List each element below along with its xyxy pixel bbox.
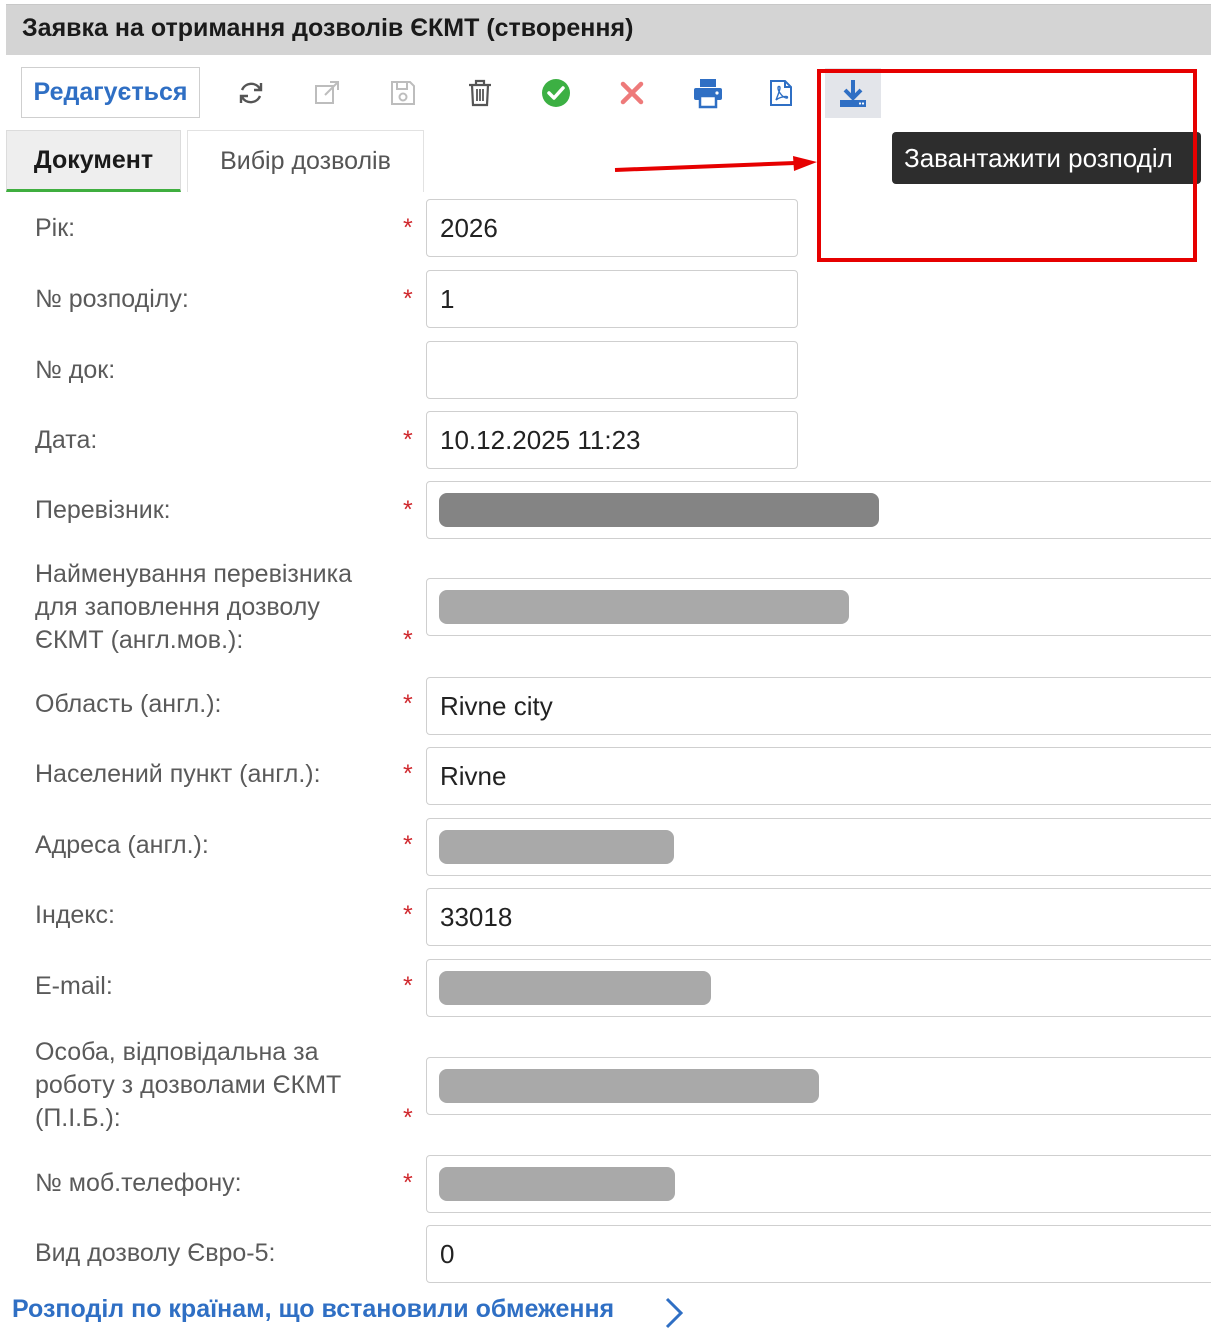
cancel-x-icon <box>620 81 644 105</box>
year-field[interactable]: 2026 <box>426 199 798 257</box>
export-pdf-button[interactable] <box>753 68 809 118</box>
external-link-icon <box>315 81 339 104</box>
refresh-button[interactable] <box>223 68 279 118</box>
required-marker: * <box>403 760 413 788</box>
email-field[interactable] <box>426 959 1211 1017</box>
carrier-name-en-label-line-2: для заповлення дозволу <box>35 593 320 621</box>
date-label: Дата: <box>35 426 98 454</box>
carrier-name-en-label-line-1: Найменування перевізника <box>35 560 353 588</box>
required-marker: * <box>403 1104 413 1132</box>
doc-no-label: № док: <box>35 356 116 384</box>
highlight-annotation-box <box>817 69 1197 262</box>
postal-index-field[interactable]: 33018 <box>426 888 1211 946</box>
region-en-field[interactable]: Rivne city <box>426 677 1211 735</box>
redacted-value <box>439 493 879 527</box>
doc-no-field[interactable] <box>426 341 798 399</box>
required-marker: * <box>403 214 413 242</box>
address-en-label: Адреса (англ.): <box>35 831 209 859</box>
mobile-phone-field[interactable] <box>426 1155 1211 1213</box>
required-marker: * <box>403 972 413 1000</box>
check-circle-icon <box>542 79 570 107</box>
euro5-permit-type-field[interactable]: 0 <box>426 1225 1211 1283</box>
delete-button[interactable] <box>452 68 508 118</box>
pdf-icon <box>770 80 792 106</box>
carrier-field[interactable] <box>426 481 1211 539</box>
window-title: Заявка на отримання дозволів ЄКМТ (створ… <box>22 14 634 42</box>
responsible-person-label-line-3: (П.І.Б.): <box>35 1104 121 1132</box>
date-field[interactable]: 10.12.2025 11:23 <box>426 411 798 469</box>
euro5-permit-type-label: Вид дозволу Євро-5: <box>35 1239 276 1267</box>
chevron-right-icon[interactable] <box>663 1297 685 1329</box>
email-label: E-mail: <box>35 972 113 1000</box>
redacted-value <box>439 971 711 1005</box>
redacted-value <box>439 590 849 624</box>
save-icon <box>391 81 415 105</box>
edit-mode-badge: Редагується <box>21 67 200 118</box>
open-external-button[interactable] <box>299 68 355 118</box>
settlement-en-label: Населений пункт (англ.): <box>35 760 321 788</box>
required-marker: * <box>403 831 413 859</box>
required-marker: * <box>403 626 413 654</box>
responsible-person-label-line-2: роботу з дозволами ЄКМТ <box>35 1071 342 1099</box>
trash-icon <box>469 79 491 107</box>
responsible-person-label-line-1: Особа, відповідальна за <box>35 1038 319 1066</box>
required-marker: * <box>403 496 413 524</box>
printer-icon <box>694 79 722 109</box>
tab-document[interactable]: Документ <box>6 130 181 192</box>
redacted-value <box>439 1069 819 1103</box>
required-marker: * <box>403 1169 413 1197</box>
annotation-arrow <box>614 156 817 172</box>
region-en-label: Область (англ.): <box>35 690 222 718</box>
responsible-person-field[interactable] <box>426 1057 1211 1115</box>
print-button[interactable] <box>680 68 736 118</box>
required-marker: * <box>403 901 413 929</box>
carrier-label: Перевізник: <box>35 496 171 524</box>
save-button[interactable] <box>375 68 431 118</box>
country-restrictions-link[interactable]: Розподіл по країнам, що встановили обмеж… <box>12 1295 614 1324</box>
distribution-no-label: № розподілу: <box>35 285 189 313</box>
postal-index-label: Індекс: <box>35 901 115 929</box>
cancel-button[interactable] <box>604 68 660 118</box>
year-label: Рік: <box>35 214 76 242</box>
settlement-en-field[interactable]: Rivne <box>426 747 1211 805</box>
address-en-field[interactable] <box>426 818 1211 876</box>
approve-button[interactable] <box>528 68 584 118</box>
tab-bar: Документ Вибір дозволів <box>6 130 426 192</box>
distribution-no-field[interactable]: 1 <box>426 270 798 328</box>
required-marker: * <box>403 690 413 718</box>
mobile-phone-label: № моб.телефону: <box>35 1169 242 1197</box>
required-marker: * <box>403 285 413 313</box>
redacted-value <box>439 830 674 864</box>
carrier-name-en-label-line-3: ЄКМТ (англ.мов.): <box>35 626 244 654</box>
required-marker: * <box>403 426 413 454</box>
redacted-value <box>439 1167 675 1201</box>
tab-permit-selection[interactable]: Вибір дозволів <box>187 130 424 192</box>
refresh-icon <box>239 82 263 104</box>
carrier-name-en-field[interactable] <box>426 578 1211 636</box>
window-titlebar: Заявка на отримання дозволів ЄКМТ (створ… <box>6 4 1211 55</box>
